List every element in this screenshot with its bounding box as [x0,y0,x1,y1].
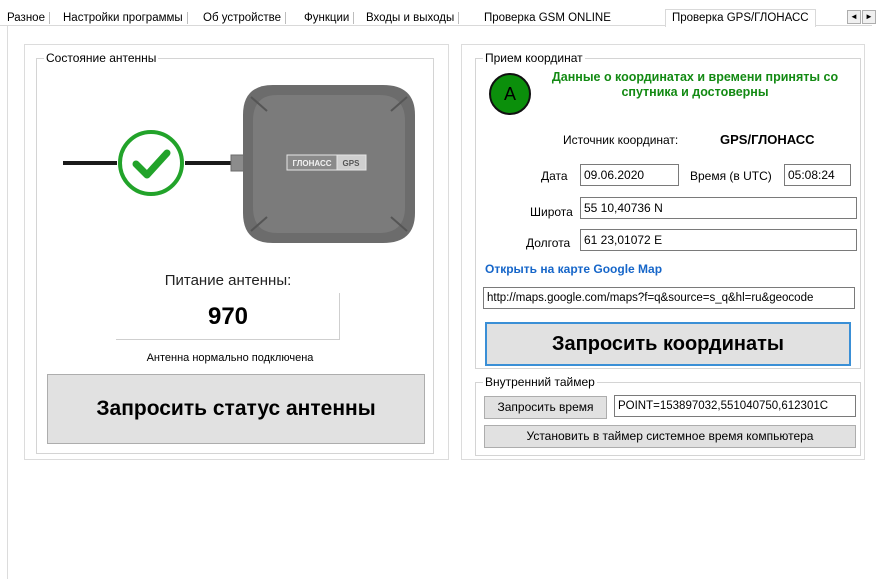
tab-functions[interactable]: Функции [301,11,355,26]
tab-scroll-right-button[interactable]: ► [862,10,876,24]
device-label-gps: GPS [343,159,361,168]
coordinates-group-title: Прием координат [483,51,585,65]
request-antenna-status-button[interactable]: Запросить статус антенны [47,374,425,444]
connected-check-icon [118,130,184,196]
timer-point-field[interactable]: POINT=153897032,551040750,612301C [614,395,856,417]
antenna-status-text: Антенна нормально подключена [146,352,314,364]
fix-status-message: Данные о координатах и времени приняты с… [551,70,839,99]
request-coordinates-button[interactable]: Запросить координаты [485,322,851,366]
internal-timer-group-title: Внутренний таймер [483,375,597,389]
cable-left-line [63,161,117,165]
tab-scroll-left-button[interactable]: ◄ [847,10,861,24]
antenna-status-group-title: Состояние антенны [44,51,159,65]
device-label-glonass: ГЛОНАСС [292,159,331,168]
latitude-field[interactable]: 55 10,40736 N [580,197,857,219]
tab-gsm-online[interactable]: Проверка GSM ONLINE [481,11,614,26]
gps-antenna-device-icon: ГЛОНАСС GPS [243,85,415,243]
tab-program-settings[interactable]: Настройки программы [60,11,188,26]
tab-about-device[interactable]: Об устройстве [200,11,286,26]
page-border [7,26,8,579]
antenna-illustration: ГЛОНАСС GPS [63,85,415,243]
date-label: Дата [541,169,568,183]
open-google-map-link[interactable]: Открыть на карте Google Map [485,262,662,276]
antenna-power-value: 970 [207,303,249,330]
cable-right-line [185,161,231,165]
source-label: Источник координат: [563,133,679,147]
map-url-field[interactable]: http://maps.google.com/maps?f=q&source=s… [483,287,855,309]
tab-misc[interactable]: Разное [4,11,50,26]
longitude-label: Долгота [526,236,571,250]
request-time-button[interactable]: Запросить время [484,396,607,419]
time-label: Время (в UTC) [690,169,772,183]
set-system-time-button[interactable]: Установить в таймер системное время комп… [484,425,856,448]
source-value: GPS/ГЛОНАСС [720,132,815,147]
antenna-power-label: Питание антенны: [164,272,292,289]
time-field[interactable]: 05:08:24 [784,164,851,186]
arrow-right-icon: ► [865,12,873,21]
tab-gps-glonass[interactable]: Проверка GPS/ГЛОНАСС [665,9,816,27]
tab-inputs-outputs[interactable]: Входы и выходы [363,11,460,26]
latitude-label: Широта [530,205,573,219]
fix-status-indicator: A [489,73,531,115]
tab-strip: Разное Настройки программы Об устройстве… [0,0,881,27]
date-field[interactable]: 09.06.2020 [580,164,679,186]
longitude-field[interactable]: 61 23,01072 E [580,229,857,251]
arrow-left-icon: ◄ [850,12,858,21]
